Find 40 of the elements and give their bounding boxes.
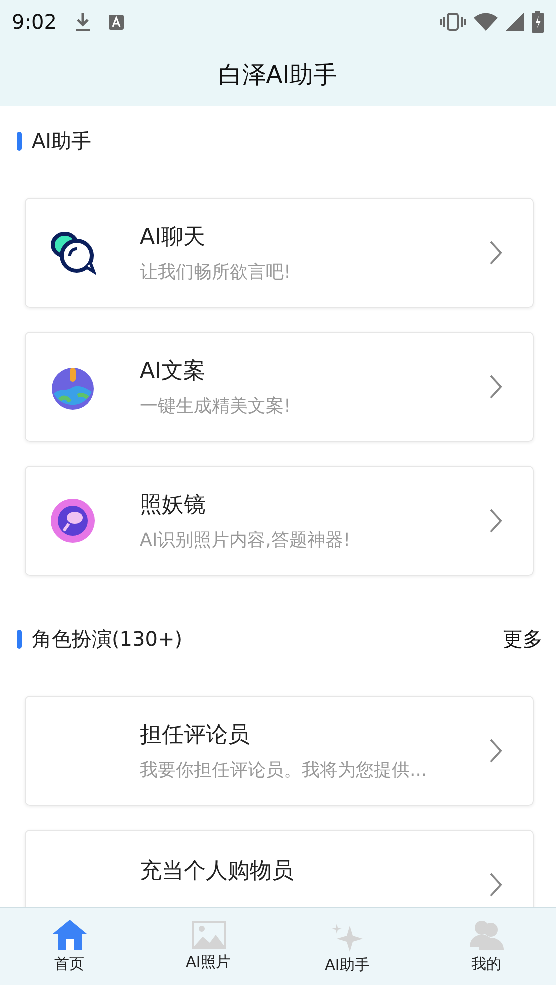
battery-icon (532, 11, 544, 33)
chevron-right-icon (489, 240, 503, 266)
chevron-right-icon (489, 374, 503, 400)
card-title: 担任评论员 (140, 722, 251, 750)
tab-item[interactable]: 首页 (0, 908, 139, 985)
feature-card[interactable]: 照妖镜 AI识别照片内容,答题神器! (25, 466, 534, 576)
card-title: 照妖镜 (140, 492, 207, 520)
download-icon (74, 12, 91, 32)
app-title: 白泽AI助手 (218, 60, 338, 91)
section-marker (17, 630, 22, 648)
card-subtitle: AI识别照片内容,答题神器! (140, 529, 352, 552)
people-icon (470, 919, 504, 951)
card-subtitle: 一键生成精美文案! (140, 395, 292, 418)
section-title: 角色扮演(130+) (32, 626, 183, 652)
card-subtitle: 让我们畅所欲言吧! (140, 261, 292, 284)
vibrate-icon (440, 12, 466, 32)
more-link[interactable]: 更多 (503, 626, 543, 652)
feature-card[interactable]: AI聊天 让我们畅所欲言吧! (25, 198, 534, 308)
tab-item[interactable]: 我的 (417, 908, 556, 985)
signal-icon (506, 13, 524, 31)
feature-card[interactable]: AI文案 一键生成精美文案! (25, 332, 534, 442)
magic-lens-icon (50, 498, 96, 544)
section-marker (17, 132, 22, 150)
section-title: AI助手 (32, 128, 92, 154)
card-title: AI文案 (140, 358, 207, 386)
image-icon (192, 921, 226, 949)
chevron-right-icon (489, 508, 503, 534)
tab-item[interactable]: AI助手 (278, 908, 417, 985)
chat-bubbles-icon (50, 231, 96, 275)
tab-item[interactable]: AI照片 (139, 908, 278, 985)
font-icon (108, 14, 124, 30)
card-title: AI聊天 (140, 224, 207, 252)
home-icon (52, 919, 88, 951)
chevron-right-icon (489, 738, 503, 764)
wifi-icon (474, 13, 498, 31)
card-subtitle: 我要你担任评论员。我将为您提供... (140, 759, 428, 782)
chevron-right-icon (489, 872, 503, 898)
status-time: 9:02 (12, 10, 57, 34)
feature-card[interactable]: 担任评论员 我要你担任评论员。我将为您提供... (25, 696, 534, 806)
card-title: 充当个人购物员 (140, 858, 295, 886)
